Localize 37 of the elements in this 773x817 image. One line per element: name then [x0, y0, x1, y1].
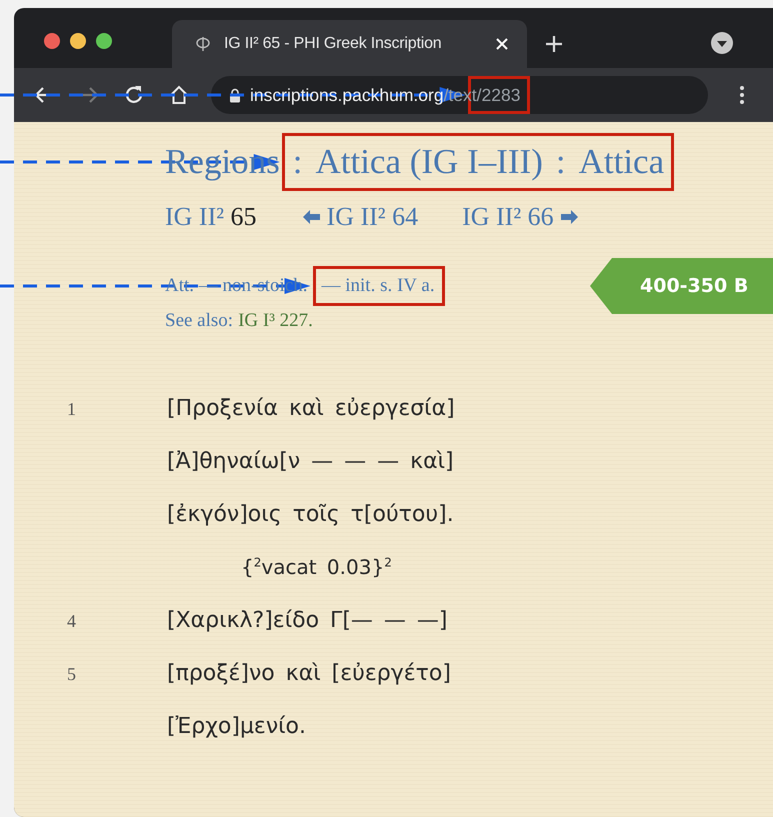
breadcrumb-link[interactable]: Attica (IG I–III): [315, 142, 543, 182]
line-number: 1: [67, 399, 77, 420]
url-path: /text: [444, 84, 477, 104]
zoom-window-icon[interactable]: [96, 33, 112, 49]
phi-icon: [194, 35, 212, 53]
close-icon[interactable]: [495, 37, 509, 51]
previous-link[interactable]: IG II² 64: [300, 202, 418, 232]
see-also-label: See also:: [165, 310, 234, 331]
inscription-line: [προξέ]νο καὶ [εὐεργέτο]: [167, 661, 451, 686]
menu-icon[interactable]: [739, 85, 745, 105]
url-path: /2283: [476, 84, 520, 104]
line-number: 4: [67, 611, 77, 632]
see-also-link[interactable]: IG I³ 227.: [238, 310, 313, 331]
date-badge: 400-350 B: [590, 258, 773, 314]
browser-tab[interactable]: IG II² 65 - PHI Greek Inscription: [172, 20, 527, 68]
new-tab-icon[interactable]: [545, 35, 563, 53]
inscription-line: [Χαρικλ?]είδο Γ[— — —]: [167, 608, 448, 633]
close-window-icon[interactable]: [44, 33, 60, 49]
reload-icon[interactable]: [123, 84, 145, 106]
inscription-line: {$^{2}$vacat 0.03}$^{2}$: [241, 555, 392, 579]
inscription-line: [Ἐρχο]μενίο.: [167, 714, 306, 739]
breadcrumb-link[interactable]: Attica: [578, 142, 664, 182]
minimize-window-icon[interactable]: [70, 33, 86, 49]
inscription-line: [Ἀ]θηναίω[ν — — — καὶ]: [167, 449, 454, 474]
line-number: 5: [67, 664, 77, 685]
next-link[interactable]: IG II² 66: [462, 202, 580, 232]
inscription-line: [Προξενία καὶ εὐεργεσία]: [167, 396, 455, 421]
tab-title: IG II² 65 - PHI Greek Inscription: [224, 35, 442, 53]
tab-search-icon[interactable]: [710, 31, 734, 55]
metadata-text: — init. s. IV a.: [322, 275, 435, 297]
breadcrumb-separator: :: [292, 142, 304, 182]
inscription-id: IG II² 65: [165, 202, 257, 232]
breadcrumb-separator: :: [554, 142, 567, 182]
lock-icon: [229, 88, 241, 102]
left-arrow-icon: [300, 209, 321, 225]
right-arrow-icon: [560, 209, 580, 225]
inscription-line: [ἐκγόν]οις τοῖς τ[ούτου].: [167, 502, 454, 527]
